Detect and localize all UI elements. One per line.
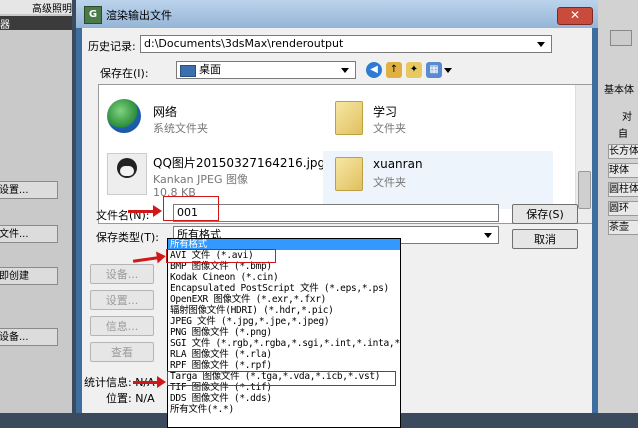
dialog-titlebar: G 渲染输出文件 ✕ (76, 0, 598, 28)
bg-right-sphere[interactable]: 球体 (608, 163, 638, 178)
bg-right-item-basic: 基本体 (604, 85, 634, 96)
history-combo[interactable]: d:\Documents\3dsMax\renderoutput (140, 35, 552, 53)
filetype-option[interactable]: Encapsulated PostScript 文件 (*.eps,*.ps) (168, 283, 400, 294)
cancel-button[interactable]: 取消 (512, 229, 578, 249)
folder-icon (335, 101, 363, 135)
filetype-dropdown-list: 所有格式 AVI 文件 (*.avi) BMP 图像文件 (*.bmp) Kod… (167, 238, 401, 428)
background-right-panel: 基本体 对 自 长方体 球体 圆柱体 圆环 茶壶 (598, 0, 638, 413)
bg-right-item-obj: 对 (622, 112, 632, 123)
setup-button[interactable]: 设置... (90, 290, 154, 310)
network-icon (107, 99, 141, 133)
close-icon: ✕ (569, 8, 581, 22)
scrollbar-thumb[interactable] (578, 171, 591, 209)
filetype-option[interactable]: 所有文件(*.*) (168, 404, 400, 415)
device-button[interactable]: 设备... (90, 264, 154, 284)
file-name: 网络 (153, 105, 178, 119)
bg-toolbar-icon[interactable] (610, 30, 632, 46)
folder-icon (335, 157, 363, 191)
bg-title-fragment: 高级照明 (0, 0, 72, 15)
filetype-option[interactable]: RPF 图像文件 (*.rpf) (168, 360, 400, 371)
dialog-title: 渲染输出文件 (106, 9, 172, 22)
savein-combo[interactable]: 桌面 (176, 61, 356, 79)
scrollbar[interactable] (575, 85, 592, 223)
location-label: 位置: N/A (106, 392, 155, 405)
bg-right-torus[interactable]: 圆环 (608, 201, 638, 216)
filetype-option[interactable]: SGI 文件 (*.rgb,*.rgba,*.sgi,*.int,*.inta,… (168, 338, 400, 349)
bg-right-box[interactable]: 长方体 (608, 144, 638, 159)
bg-right-cylinder[interactable]: 圆柱体 (608, 182, 638, 197)
bg-device-button[interactable]: 设备... (0, 328, 58, 346)
bg-right-teapot[interactable]: 茶壶 (608, 220, 638, 235)
view-menu-icon[interactable]: ▦ (426, 62, 442, 78)
list-item[interactable]: 网络 系统文件夹 (103, 97, 333, 141)
file-name: 学习 (373, 105, 398, 119)
close-button[interactable]: ✕ (557, 7, 593, 25)
file-type: Kankan JPEG 图像 (153, 173, 248, 186)
annotation-box-avi (166, 249, 276, 263)
list-item[interactable]: xuanran 文件夹 (323, 151, 553, 209)
up-folder-icon[interactable]: ↑ (386, 62, 402, 78)
filetype-option[interactable]: JPEG 文件 (*.jpg,*.jpe,*.jpeg) (168, 316, 400, 327)
back-icon[interactable]: ◀ (366, 62, 382, 78)
list-item[interactable]: 学习 文件夹 (323, 97, 553, 141)
save-button[interactable]: 保存(S) (512, 204, 578, 224)
bg-create-button[interactable]: 即创建 (0, 267, 58, 285)
view-button[interactable]: 查看 (90, 342, 154, 362)
bg-right-item-auto[interactable]: 自 (618, 127, 638, 142)
annotation-arrow-filename (128, 205, 162, 217)
filetype-option[interactable]: RLA 图像文件 (*.rla) (168, 349, 400, 360)
file-type: 文件夹 (373, 122, 406, 135)
history-value: d:\Documents\3dsMax\renderoutput (144, 37, 344, 50)
history-label: 历史记录: (88, 40, 136, 53)
background-left-panel: 高级照明 器 设置... 文件... 即创建 设备... (0, 0, 72, 413)
savein-value: 桌面 (199, 63, 221, 76)
image-thumbnail-icon (107, 153, 147, 195)
annotation-box-targa (167, 371, 396, 386)
filetype-label: 保存类型(T): (96, 231, 160, 244)
desktop-icon (180, 65, 196, 77)
savein-label: 保存在(I): (100, 67, 149, 80)
file-name: xuanran (373, 157, 423, 171)
chevron-down-icon (484, 233, 492, 238)
file-name: QQ图片20150327164216.jpg (153, 156, 326, 170)
chevron-down-icon[interactable] (444, 68, 452, 73)
filetype-option[interactable]: 辐射图像文件(HDRI) (*.hdr,*.pic) (168, 305, 400, 316)
annotation-arrow-targa (133, 376, 166, 388)
list-top-edge (99, 85, 575, 97)
filetype-option[interactable]: DDS 图像文件 (*.dds) (168, 393, 400, 404)
file-type: 系统文件夹 (153, 122, 208, 135)
filename-input[interactable]: 001 (173, 204, 499, 222)
chevron-down-icon (537, 42, 545, 47)
new-folder-icon[interactable]: ✦ (406, 62, 422, 78)
bg-file-button[interactable]: 文件... (0, 225, 58, 243)
info-button[interactable]: 信息... (90, 316, 154, 336)
app-icon: G (84, 6, 102, 24)
annotation-box-filename (163, 196, 219, 221)
file-type: 文件夹 (373, 176, 406, 189)
bg-panel-header: 器 (0, 16, 72, 31)
chevron-down-icon (341, 68, 349, 73)
bg-setup-button[interactable]: 设置... (0, 181, 58, 199)
filetype-option[interactable]: Kodak Cineon (*.cin) (168, 272, 400, 283)
filetype-option[interactable]: PNG 图像文件 (*.png) (168, 327, 400, 338)
filetype-option[interactable]: OpenEXR 图像文件 (*.exr,*.fxr) (168, 294, 400, 305)
